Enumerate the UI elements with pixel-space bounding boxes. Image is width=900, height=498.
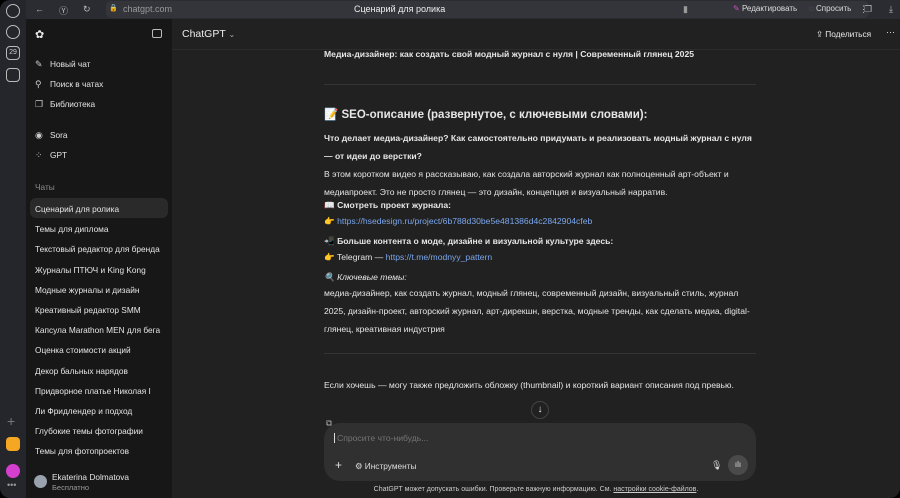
address-bar[interactable]: 🔒 chatgpt.com Сценарий для ролика ▮ (106, 1, 776, 18)
edit-icon: ✎ (35, 59, 43, 69)
telegram-prefix: Telegram — (336, 252, 386, 262)
share-icon: ⇪ (816, 29, 823, 39)
closing-text: Если хочешь — могу также предложить обло… (324, 380, 734, 390)
browser-side-rail: 29 + ••• (0, 0, 26, 498)
alice-app-icon[interactable] (6, 464, 20, 478)
keywords-label: Ключевые темы: (337, 272, 407, 282)
seo-question: Что делает медиа-дизайнер? Как самостоят… (324, 133, 752, 161)
user-plan: Бесплатно (52, 483, 90, 492)
download-icon[interactable]: ⤓ (889, 4, 893, 15)
mail-app-icon[interactable] (6, 437, 20, 451)
assistant-pill: ✎ Редактировать ◌ Спросить ⋮ (729, 1, 869, 18)
sidebar-chat-item[interactable]: Темы для диплома (30, 218, 168, 238)
chats-heading: Чаты (35, 182, 55, 192)
new-chat-label: Новый чат (50, 59, 91, 69)
sidebar-chat-item[interactable]: Модные журналы и дизайн (30, 279, 168, 299)
add-attachment-icon[interactable]: + (335, 458, 342, 472)
bookmark-icon[interactable]: ▮ (683, 4, 688, 15)
tab-title: Сценарий для ролика (354, 4, 446, 14)
sidebar-chat-item[interactable]: Сценарий для ролика (30, 198, 168, 218)
sora-label: Sora (50, 130, 68, 140)
user-name[interactable]: Ekaterina Dolmatova (52, 472, 129, 482)
disclaimer: ChatGPT может допускать ошибки. Проверьт… (172, 486, 900, 493)
disclaimer-text: ChatGPT может допускать ошибки. Проверьт… (373, 486, 614, 493)
sidebar-item-library[interactable]: ❐ Библиотека (35, 99, 95, 110)
screenshot-icon[interactable] (6, 68, 20, 82)
seo-heading: 📝 SEO-описание (развернутое, с ключевыми… (324, 109, 648, 121)
sidebar-chat-item[interactable]: Придворное платье Николая I (30, 380, 168, 400)
edit-label: Редактировать (741, 4, 798, 13)
model-label: ChatGPT (182, 28, 226, 40)
library-icon: ❐ (35, 99, 44, 109)
scroll-down-button[interactable]: ↓ (531, 401, 549, 419)
cookie-settings-link[interactable]: настройки cookie-файлов (613, 486, 696, 493)
share-button[interactable]: ⇪ Поделиться (816, 29, 871, 39)
gpt-grid-icon: ⁘ (35, 150, 43, 160)
main-panel: ChatGPT ⌄ ⇪ Поделиться ··· Медиа-дизайне… (172, 19, 900, 498)
sidebar-item-new-chat[interactable]: ✎ Новый чат (35, 59, 90, 70)
sidebar-chat-item[interactable]: Ли Фридлендер и подход (30, 400, 168, 420)
tools-button[interactable]: ⚙ Инструменты (355, 461, 417, 471)
pointing-hand-icon: 👉 (324, 252, 335, 262)
ask-icon: ◌ (809, 4, 814, 13)
sidebar-chat-item[interactable]: Журналы ПТЮЧ и King Kong (30, 259, 168, 279)
keywords-text: медиа-дизайнер, как создать журнал, модн… (324, 288, 750, 334)
lock-icon: 🔒 (109, 5, 118, 12)
share-label: Поделиться (825, 29, 872, 39)
add-icon[interactable]: + (7, 413, 15, 429)
chevron-down-icon: ⌄ (228, 30, 236, 39)
avatar[interactable] (34, 475, 47, 488)
browser-toolbar: ← Ⓨ ↻ 🔒 chatgpt.com Сценарий для ролика … (26, 0, 900, 19)
voice-mode-button[interactable]: ılı (728, 455, 748, 475)
history-icon[interactable] (6, 4, 20, 18)
library-label: Библиотека (50, 99, 96, 109)
more-icon[interactable]: ••• (7, 480, 16, 490)
sidebar-toggle-icon[interactable] (152, 29, 162, 38)
sidebar-chat-item[interactable]: Темы для фотопроектов (30, 440, 168, 460)
tools-label: Инструменты (364, 461, 417, 471)
yandex-icon[interactable]: Ⓨ (59, 4, 68, 17)
sidebar-chat-item[interactable]: Капсула Marathon MEN для бега (30, 319, 168, 339)
divider (324, 84, 756, 85)
edit-button[interactable]: ✎ Редактировать (733, 4, 797, 13)
model-selector[interactable]: ChatGPT ⌄ (182, 28, 235, 40)
gpt-label: GPT (50, 150, 68, 160)
sidebar: ✿ ✎ Новый чат ⚲ Поиск в чатах ❐ Библиотека … (26, 19, 172, 498)
telegram-link[interactable]: https://t.me/modnyy_pattern (386, 252, 493, 262)
disclaimer-end: . (696, 486, 699, 493)
openai-logo-icon[interactable]: ✿ (35, 28, 44, 41)
sora-icon: ◉ (35, 130, 43, 140)
sidebar-chat-item[interactable]: Оценка стоимости акций (30, 339, 168, 359)
back-icon[interactable]: ← (35, 4, 44, 14)
ask-label: Спросить (816, 4, 852, 13)
url-text: chatgpt.com (123, 4, 173, 14)
project-link[interactable]: https://hsedesign.ru/project/6b788d30be5… (337, 216, 592, 226)
divider (324, 353, 756, 354)
sidebar-item-sora[interactable]: ◉ Sora (35, 130, 68, 141)
pointing-hand-icon: 👉 (324, 216, 335, 226)
composer: + ⚙ Инструменты 🎙 ılı (324, 423, 756, 481)
sidebar-chat-item[interactable]: Креативный редактор SMM (30, 299, 168, 319)
search-icon: ⚲ (35, 79, 42, 89)
prompt-input[interactable] (334, 433, 734, 443)
sliders-icon: ⚙ (355, 461, 363, 471)
play-icon[interactable] (6, 25, 20, 39)
tabs-icon[interactable]: ❐ (864, 4, 872, 15)
title-line: Медиа-дизайнер: как создать свой модный … (324, 49, 695, 59)
reload-icon[interactable]: ↻ (83, 4, 91, 15)
sidebar-item-search[interactable]: ⚲ Поиск в чатах (35, 79, 103, 90)
sidebar-item-gpt[interactable]: ⁘ GPT (35, 150, 67, 161)
sidebar-chat-item[interactable]: Текстовый редактор для бренда (30, 238, 168, 258)
sidebar-chat-item[interactable]: Декор бальных нарядов (30, 360, 168, 380)
calendar-icon[interactable]: 29 (6, 46, 20, 60)
microphone-icon[interactable]: 🎙 (711, 460, 722, 471)
search-icon: 🔍 (324, 272, 335, 282)
sidebar-chat-item[interactable]: Глубокие темы фотографии (30, 420, 168, 440)
ask-button[interactable]: ◌ Спросить (809, 4, 851, 13)
more-options-icon[interactable]: ··· (886, 27, 895, 37)
search-label: Поиск в чатах (50, 79, 104, 89)
edit-icon: ✎ (733, 4, 740, 13)
